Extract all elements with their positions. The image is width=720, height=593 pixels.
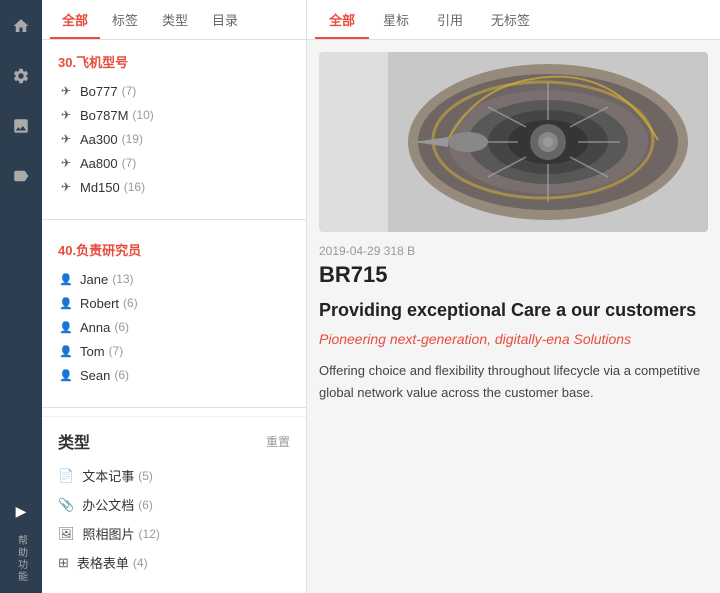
count-tom: (7) <box>109 344 124 358</box>
tab-tags[interactable]: 标签 <box>100 0 150 39</box>
plane-icon-aa800: ✈ <box>58 155 74 171</box>
researcher-filter-section: 40.负责研究员 👤 Jane (13) 👤 Robert (6) 👤 Anna… <box>42 228 306 399</box>
plane-item-bo787m[interactable]: ✈ Bo787M (10) <box>58 103 290 127</box>
person-icon-tom: 👤 <box>58 343 74 359</box>
researcher-robert[interactable]: 👤 Robert (6) <box>58 291 290 315</box>
researcher-tom[interactable]: 👤 Tom (7) <box>58 339 290 363</box>
settings-icon[interactable] <box>5 60 37 92</box>
right-panel: 全部 星标 引用 无标签 <box>307 0 720 593</box>
plane-section-title: 30.飞机型号 <box>58 52 290 71</box>
count-robert: (6) <box>123 296 138 310</box>
count-aa300: (19) <box>122 132 143 146</box>
image-icon[interactable] <box>5 110 37 142</box>
article-body: Offering choice and flexibility througho… <box>319 360 708 404</box>
count-office-doc: (6) <box>138 498 153 512</box>
engine-image <box>319 52 708 232</box>
office-doc-icon: 📎 <box>58 497 74 513</box>
count-md150: (16) <box>124 180 145 194</box>
count-bo787m: (10) <box>132 108 153 122</box>
researcher-anna[interactable]: 👤 Anna (6) <box>58 315 290 339</box>
text-note-icon: 📄 <box>58 468 74 484</box>
left-tab-bar: 全部 标签 类型 目录 <box>42 0 306 40</box>
arrow-right-icon[interactable]: ▶ <box>5 495 37 527</box>
type-office-doc[interactable]: 📎 办公文档 (6) <box>58 490 290 519</box>
tab-all[interactable]: 全部 <box>50 0 100 39</box>
article-heading: Providing exceptional Care a our custome… <box>319 300 708 321</box>
right-tab-starred[interactable]: 星标 <box>369 0 423 39</box>
plane-icon-bo777: ✈ <box>58 83 74 99</box>
sidebar: ▶ 帮助功能 <box>0 0 42 593</box>
type-header: 类型 重置 <box>58 429 290 453</box>
table-icon: ⊞ <box>58 555 69 571</box>
article-title: BR715 <box>319 262 708 288</box>
sidebar-bottom: ▶ 帮助功能 <box>5 495 37 583</box>
person-icon-jane: 👤 <box>58 271 74 287</box>
plane-item-aa800[interactable]: ✈ Aa800 (7) <box>58 151 290 175</box>
count-aa800: (7) <box>122 156 137 170</box>
tab-type[interactable]: 类型 <box>150 0 200 39</box>
plane-filter-section: 30.飞机型号 ✈ Bo777 (7) ✈ Bo787M (10) ✈ Aa30… <box>42 40 306 211</box>
plane-icon-aa300: ✈ <box>58 131 74 147</box>
article-meta: 2019-04-29 318 B <box>319 244 708 258</box>
plane-item-md150[interactable]: ✈ Md150 (16) <box>58 175 290 199</box>
type-section: 类型 重置 📄 文本记事 (5) 📎 办公文档 (6) 🖼 照相图片 (12) … <box>42 416 306 589</box>
engine-svg <box>319 52 708 232</box>
tag-icon[interactable] <box>5 160 37 192</box>
right-tab-all[interactable]: 全部 <box>315 0 369 39</box>
count-sean: (6) <box>114 368 129 382</box>
engine-illustration <box>388 52 708 232</box>
count-text-note: (5) <box>138 469 153 483</box>
type-text-note[interactable]: 📄 文本记事 (5) <box>58 461 290 490</box>
researcher-jane[interactable]: 👤 Jane (13) <box>58 267 290 291</box>
home-icon[interactable] <box>5 10 37 42</box>
plane-item-aa300[interactable]: ✈ Aa300 (19) <box>58 127 290 151</box>
type-reset-button[interactable]: 重置 <box>266 433 290 450</box>
researcher-sean[interactable]: 👤 Sean (6) <box>58 363 290 387</box>
count-photo: (12) <box>139 527 160 541</box>
content-area: 2019-04-29 318 B BR715 Providing excepti… <box>307 40 720 593</box>
plane-icon-md150: ✈ <box>58 179 74 195</box>
photo-icon: 🖼 <box>58 526 75 542</box>
count-bo777: (7) <box>122 84 137 98</box>
plane-item-bo777[interactable]: ✈ Bo777 (7) <box>58 79 290 103</box>
person-icon-sean: 👤 <box>58 367 74 383</box>
main-content: 全部 标签 类型 目录 30.飞机型号 ✈ Bo777 (7) ✈ Bo787M… <box>42 0 720 593</box>
count-jane: (13) <box>112 272 133 286</box>
type-title: 类型 <box>58 429 90 453</box>
person-icon-robert: 👤 <box>58 295 74 311</box>
right-tab-cited[interactable]: 引用 <box>423 0 477 39</box>
plane-icon-bo787m: ✈ <box>58 107 74 123</box>
type-table[interactable]: ⊞ 表格表单 (4) <box>58 548 290 577</box>
right-tab-bar: 全部 星标 引用 无标签 <box>307 0 720 40</box>
type-photo[interactable]: 🖼 照相图片 (12) <box>58 519 290 548</box>
article-subtitle: Pioneering next-generation, digitally-en… <box>319 329 708 350</box>
right-tab-untagged[interactable]: 无标签 <box>477 0 544 39</box>
divider-1 <box>42 219 306 220</box>
count-table: (4) <box>133 556 148 570</box>
person-icon-anna: 👤 <box>58 319 74 335</box>
sidebar-vertical-label: 帮助功能 <box>14 535 29 583</box>
left-panel: 全部 标签 类型 目录 30.飞机型号 ✈ Bo777 (7) ✈ Bo787M… <box>42 0 307 593</box>
researcher-section-title: 40.负责研究员 <box>58 240 290 259</box>
tab-catalog[interactable]: 目录 <box>200 0 250 39</box>
count-anna: (6) <box>114 320 129 334</box>
divider-2 <box>42 407 306 408</box>
